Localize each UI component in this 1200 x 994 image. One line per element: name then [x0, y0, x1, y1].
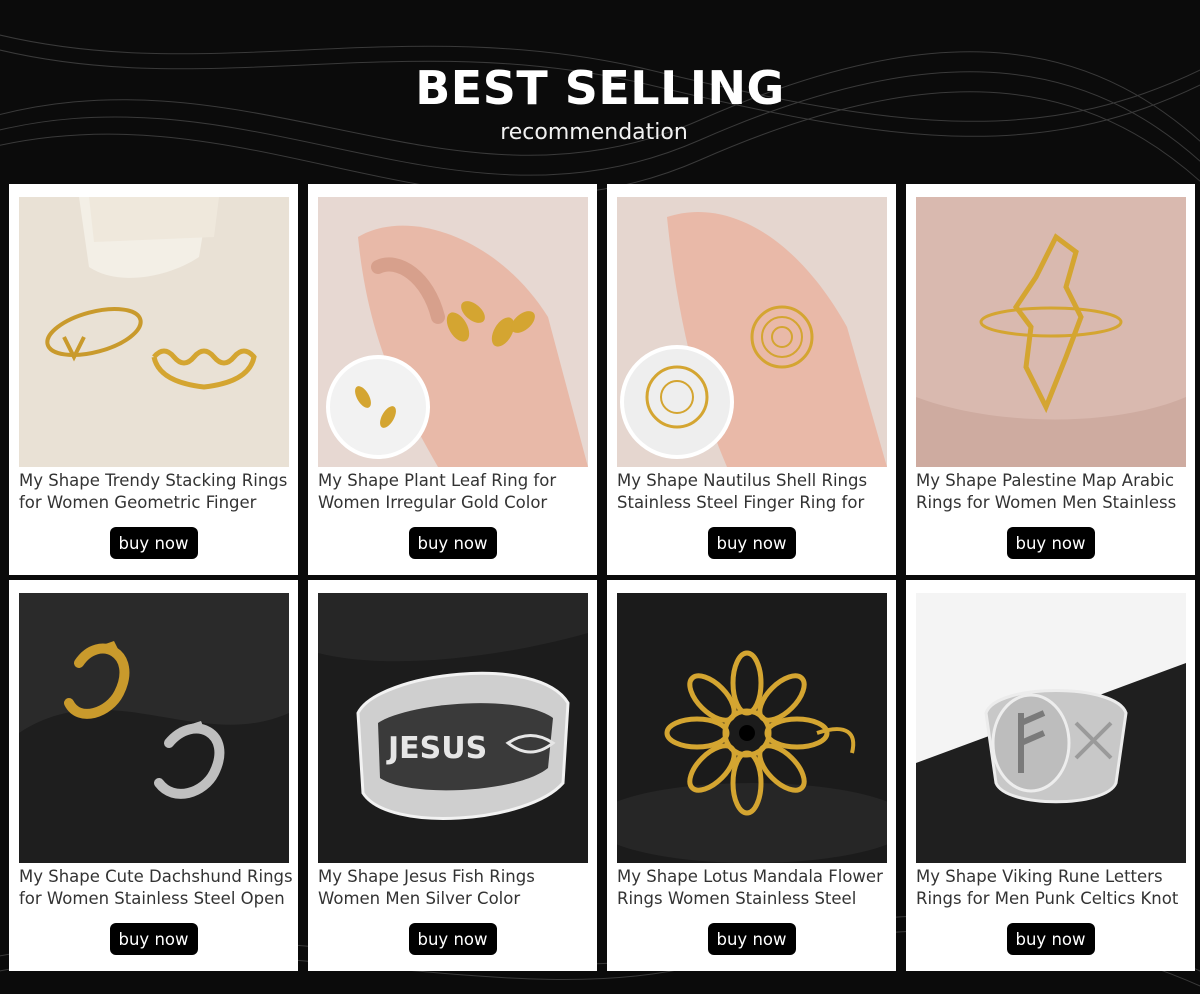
product-card[interactable]: My Shape Nautilus Shell Rings Stainless … [607, 184, 896, 575]
product-card[interactable]: My Shape Lotus Mandala Flower Rings Wome… [607, 580, 896, 971]
product-name[interactable]: My Shape Nautilus Shell Rings Stainless … [617, 470, 892, 514]
section-title: BEST SELLING [415, 61, 785, 115]
product-name[interactable]: My Shape Jesus Fish Rings Women Men Silv… [318, 866, 593, 910]
product-name[interactable]: My Shape Plant Leaf Ring for Women Irreg… [318, 470, 593, 514]
product-name[interactable]: My Shape Trendy Stacking Rings for Women… [19, 470, 294, 514]
buy-now-button[interactable]: buy now [707, 923, 796, 955]
svg-text:JESUS: JESUS [386, 731, 487, 766]
buy-now-button[interactable]: buy now [109, 527, 198, 559]
ring-image[interactable] [19, 197, 289, 467]
section-header: BEST SELLING recommendation [0, 58, 1200, 146]
product-name[interactable]: My Shape Lotus Mandala Flower Rings Wome… [617, 866, 892, 910]
product-name[interactable]: My Shape Palestine Map Arabic Rings for … [916, 470, 1191, 514]
product-name[interactable]: My Shape Viking Rune Letters Rings for M… [916, 866, 1191, 910]
buy-now-button[interactable]: buy now [707, 527, 796, 559]
buy-now-button[interactable]: buy now [1006, 923, 1095, 955]
ring-image[interactable] [19, 593, 289, 863]
ring-image[interactable] [617, 593, 887, 863]
product-card[interactable]: My Shape Palestine Map Arabic Rings for … [906, 184, 1195, 575]
buy-now-button[interactable]: buy now [1006, 527, 1095, 559]
ring-image[interactable] [318, 197, 588, 467]
ring-image[interactable]: JESUS [318, 593, 588, 863]
buy-now-button[interactable]: buy now [109, 923, 198, 955]
product-card[interactable]: My Shape Trendy Stacking Rings for Women… [9, 184, 298, 575]
product-card[interactable]: My Shape Cute Dachshund Rings for Women … [9, 580, 298, 971]
product-card[interactable]: My Shape Plant Leaf Ring for Women Irreg… [308, 184, 597, 575]
buy-now-button[interactable]: buy now [408, 527, 497, 559]
product-card[interactable]: JESUS My Shape Jesus Fish Rings Women Me… [308, 580, 597, 971]
product-grid: My Shape Trendy Stacking Rings for Women… [9, 184, 1195, 971]
buy-now-button[interactable]: buy now [408, 923, 497, 955]
section-subtitle: recommendation [500, 120, 688, 145]
product-name[interactable]: My Shape Cute Dachshund Rings for Women … [19, 866, 294, 910]
ring-image[interactable] [916, 593, 1186, 863]
product-card[interactable]: My Shape Viking Rune Letters Rings for M… [906, 580, 1195, 971]
ring-image[interactable] [916, 197, 1186, 467]
ring-image[interactable] [617, 197, 887, 467]
